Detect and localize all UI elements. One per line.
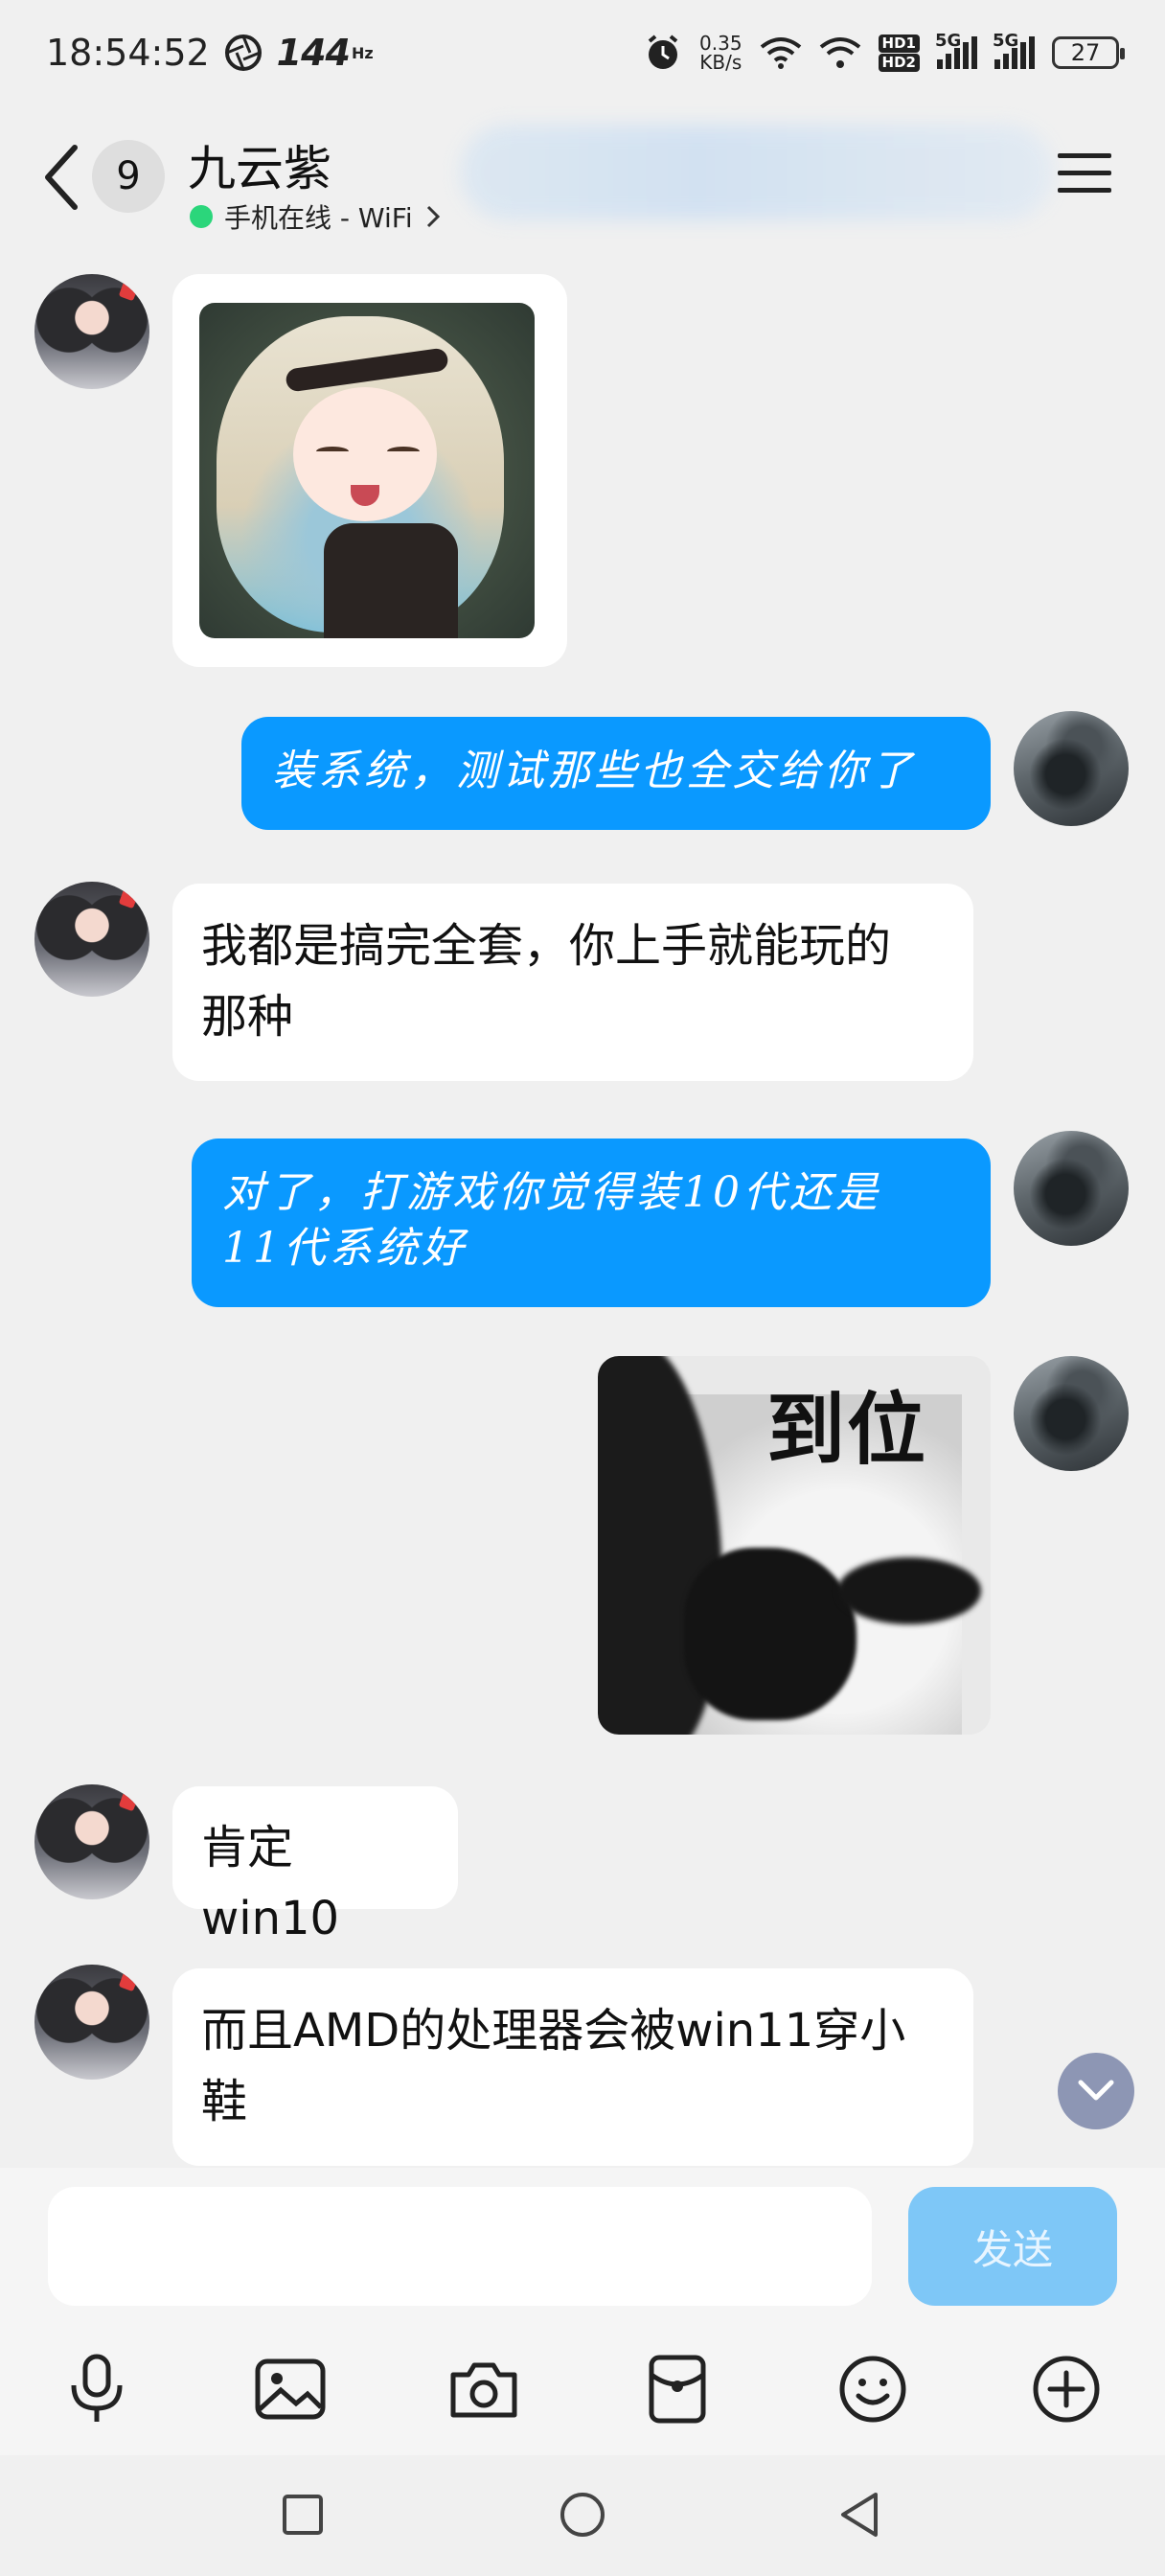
net-speed: 0.35 KB/s: [699, 34, 742, 72]
contact-avatar[interactable]: [34, 274, 149, 389]
status-time: 18:54:52: [46, 32, 210, 74]
message-bubble-out[interactable]: 装系统，测试那些也全交给你了: [241, 717, 991, 830]
status-bar: 18:54:52 144 Hz 0.35 KB/s HD1 HD2 5G 5G …: [0, 0, 1165, 105]
chat-messages[interactable]: 装系统，测试那些也全交给你了 我都是搞完全套，你上手就能玩的 那种 对了，打游戏…: [0, 249, 1165, 2166]
online-status-text: 手机在线 - WiFi: [224, 202, 413, 234]
message-text-line: 而且AMD的处理器会被win11穿小: [201, 2004, 906, 2058]
message-sticker-meme[interactable]: 到位: [598, 1356, 991, 1735]
unread-count-badge[interactable]: 9: [92, 140, 165, 213]
signal-label-1: 5G: [935, 31, 962, 51]
camera-icon: [450, 2362, 517, 2418]
aperture-icon: [224, 34, 262, 71]
camera-button[interactable]: [441, 2346, 527, 2432]
back-button[interactable]: [830, 2486, 887, 2543]
refresh-unit: Hz: [352, 43, 374, 62]
home-button[interactable]: [554, 2486, 611, 2543]
red-packet-button[interactable]: [634, 2346, 720, 2432]
meme-sticker-text: 到位: [766, 1385, 928, 1476]
message-text-line: 11代系统好: [222, 1224, 468, 1273]
hd-badge-2: HD2: [878, 53, 920, 72]
message-text-line: 我都是搞完全套，你上手就能玩的: [201, 919, 892, 973]
alarm-icon: [648, 34, 678, 69]
contact-avatar[interactable]: [34, 1965, 149, 2080]
recent-apps-button[interactable]: [274, 2486, 331, 2543]
system-nav-bar: [0, 2455, 1165, 2576]
message-text: 装系统，测试那些也全交给你了: [272, 747, 916, 795]
circle-icon: [560, 2493, 605, 2537]
unread-count: 9: [116, 154, 141, 198]
menu-icon[interactable]: [1058, 151, 1111, 196]
my-avatar[interactable]: [1014, 711, 1129, 826]
emoji-icon: [839, 2356, 906, 2423]
signal-icon-1: 5G: [935, 31, 977, 69]
microphone-icon: [71, 2354, 123, 2422]
chevron-down-icon: [1078, 2080, 1114, 2101]
signal-label-2: 5G: [993, 31, 1019, 51]
message-text: 肯定win10: [201, 1821, 340, 1945]
online-status[interactable]: 手机在线 - WiFi: [190, 197, 442, 236]
message-bubble-in[interactable]: 而且AMD的处理器会被win11穿小 鞋: [172, 1968, 973, 2166]
my-avatar[interactable]: [1014, 1356, 1129, 1471]
wifi-icon: [760, 37, 801, 69]
battery-level: 27: [1070, 39, 1101, 66]
emoji-button[interactable]: [830, 2346, 916, 2432]
message-bubble-out[interactable]: 对了，打游戏你觉得装10代还是 11代系统好: [192, 1138, 991, 1307]
status-left: 18:54:52 144 Hz: [46, 32, 374, 74]
chat-header: 9 九云紫 手机在线 - WiFi: [0, 105, 1165, 249]
battery-icon: 27: [1052, 36, 1125, 69]
message-input[interactable]: [48, 2187, 872, 2306]
chevron-right-icon: [426, 205, 440, 228]
triangle-back-icon: [841, 2493, 878, 2537]
image-button[interactable]: [247, 2346, 333, 2432]
anime-girl-sticker: [199, 303, 535, 638]
image-icon: [255, 2358, 326, 2420]
refresh-rate: 144: [276, 32, 351, 74]
message-sticker-anime[interactable]: [172, 274, 567, 667]
wifi-icon-2: [819, 37, 860, 68]
scroll-to-bottom-button[interactable]: [1058, 2053, 1134, 2129]
input-toolbar: [0, 2331, 1165, 2455]
input-bar: 发送: [0, 2168, 1165, 2331]
online-dot-icon: [190, 205, 213, 228]
red-packet-icon: [649, 2355, 706, 2424]
message-text-line: 那种: [201, 990, 294, 1044]
contact-name[interactable]: 九云紫: [188, 130, 331, 199]
back-arrow-icon[interactable]: [42, 144, 80, 211]
message-text-line: 对了，打游戏你觉得装10代还是: [222, 1168, 881, 1217]
contact-avatar[interactable]: [34, 1784, 149, 1899]
message-bubble-in[interactable]: 肯定win10: [172, 1786, 458, 1945]
more-button[interactable]: [1023, 2346, 1109, 2432]
contact-avatar[interactable]: [34, 882, 149, 997]
send-button[interactable]: 发送: [908, 2187, 1117, 2306]
plus-icon: [1033, 2356, 1100, 2423]
signal-icon-2: 5G: [993, 31, 1035, 69]
status-right: 0.35 KB/s HD1 HD2 5G 5G 27: [644, 31, 1125, 72]
net-speed-value: 0.35: [699, 32, 742, 55]
message-text-line: 鞋: [201, 2075, 248, 2128]
net-speed-unit: KB/s: [699, 51, 742, 74]
hd-badges: HD1 HD2: [878, 34, 920, 72]
message-bubble-in[interactable]: 我都是搞完全套，你上手就能玩的 那种: [172, 884, 973, 1081]
hd-badge-1: HD1: [878, 34, 920, 53]
blurred-banner: [460, 125, 1054, 220]
my-avatar[interactable]: [1014, 1131, 1129, 1246]
voice-button[interactable]: [54, 2346, 140, 2432]
square-icon: [283, 2495, 323, 2535]
